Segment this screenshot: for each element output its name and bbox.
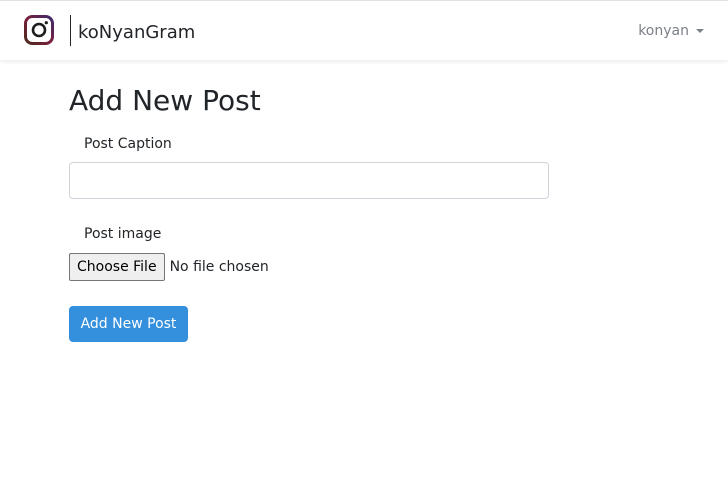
- add-new-post-button[interactable]: Add New Post: [69, 306, 188, 342]
- post-image-label: Post image: [84, 226, 162, 242]
- post-image-file-input[interactable]: Choose File No file chosen: [69, 253, 269, 281]
- instagram-camera-icon[interactable]: [24, 15, 54, 45]
- choose-file-button[interactable]: Choose File: [69, 253, 165, 281]
- brand-link[interactable]: koNyanGram: [78, 22, 195, 44]
- top-navbar: koNyanGram konyan: [0, 0, 728, 60]
- post-caption-label: Post Caption: [84, 136, 172, 152]
- post-caption-input[interactable]: [69, 162, 549, 199]
- page-title: Add New Post: [69, 84, 261, 117]
- file-status-text: No file chosen: [169, 259, 269, 275]
- user-dropdown-toggle[interactable]: konyan: [638, 22, 704, 40]
- user-name: konyan: [638, 23, 689, 39]
- caret-down-icon: [696, 29, 704, 33]
- brand-divider: [70, 15, 71, 46]
